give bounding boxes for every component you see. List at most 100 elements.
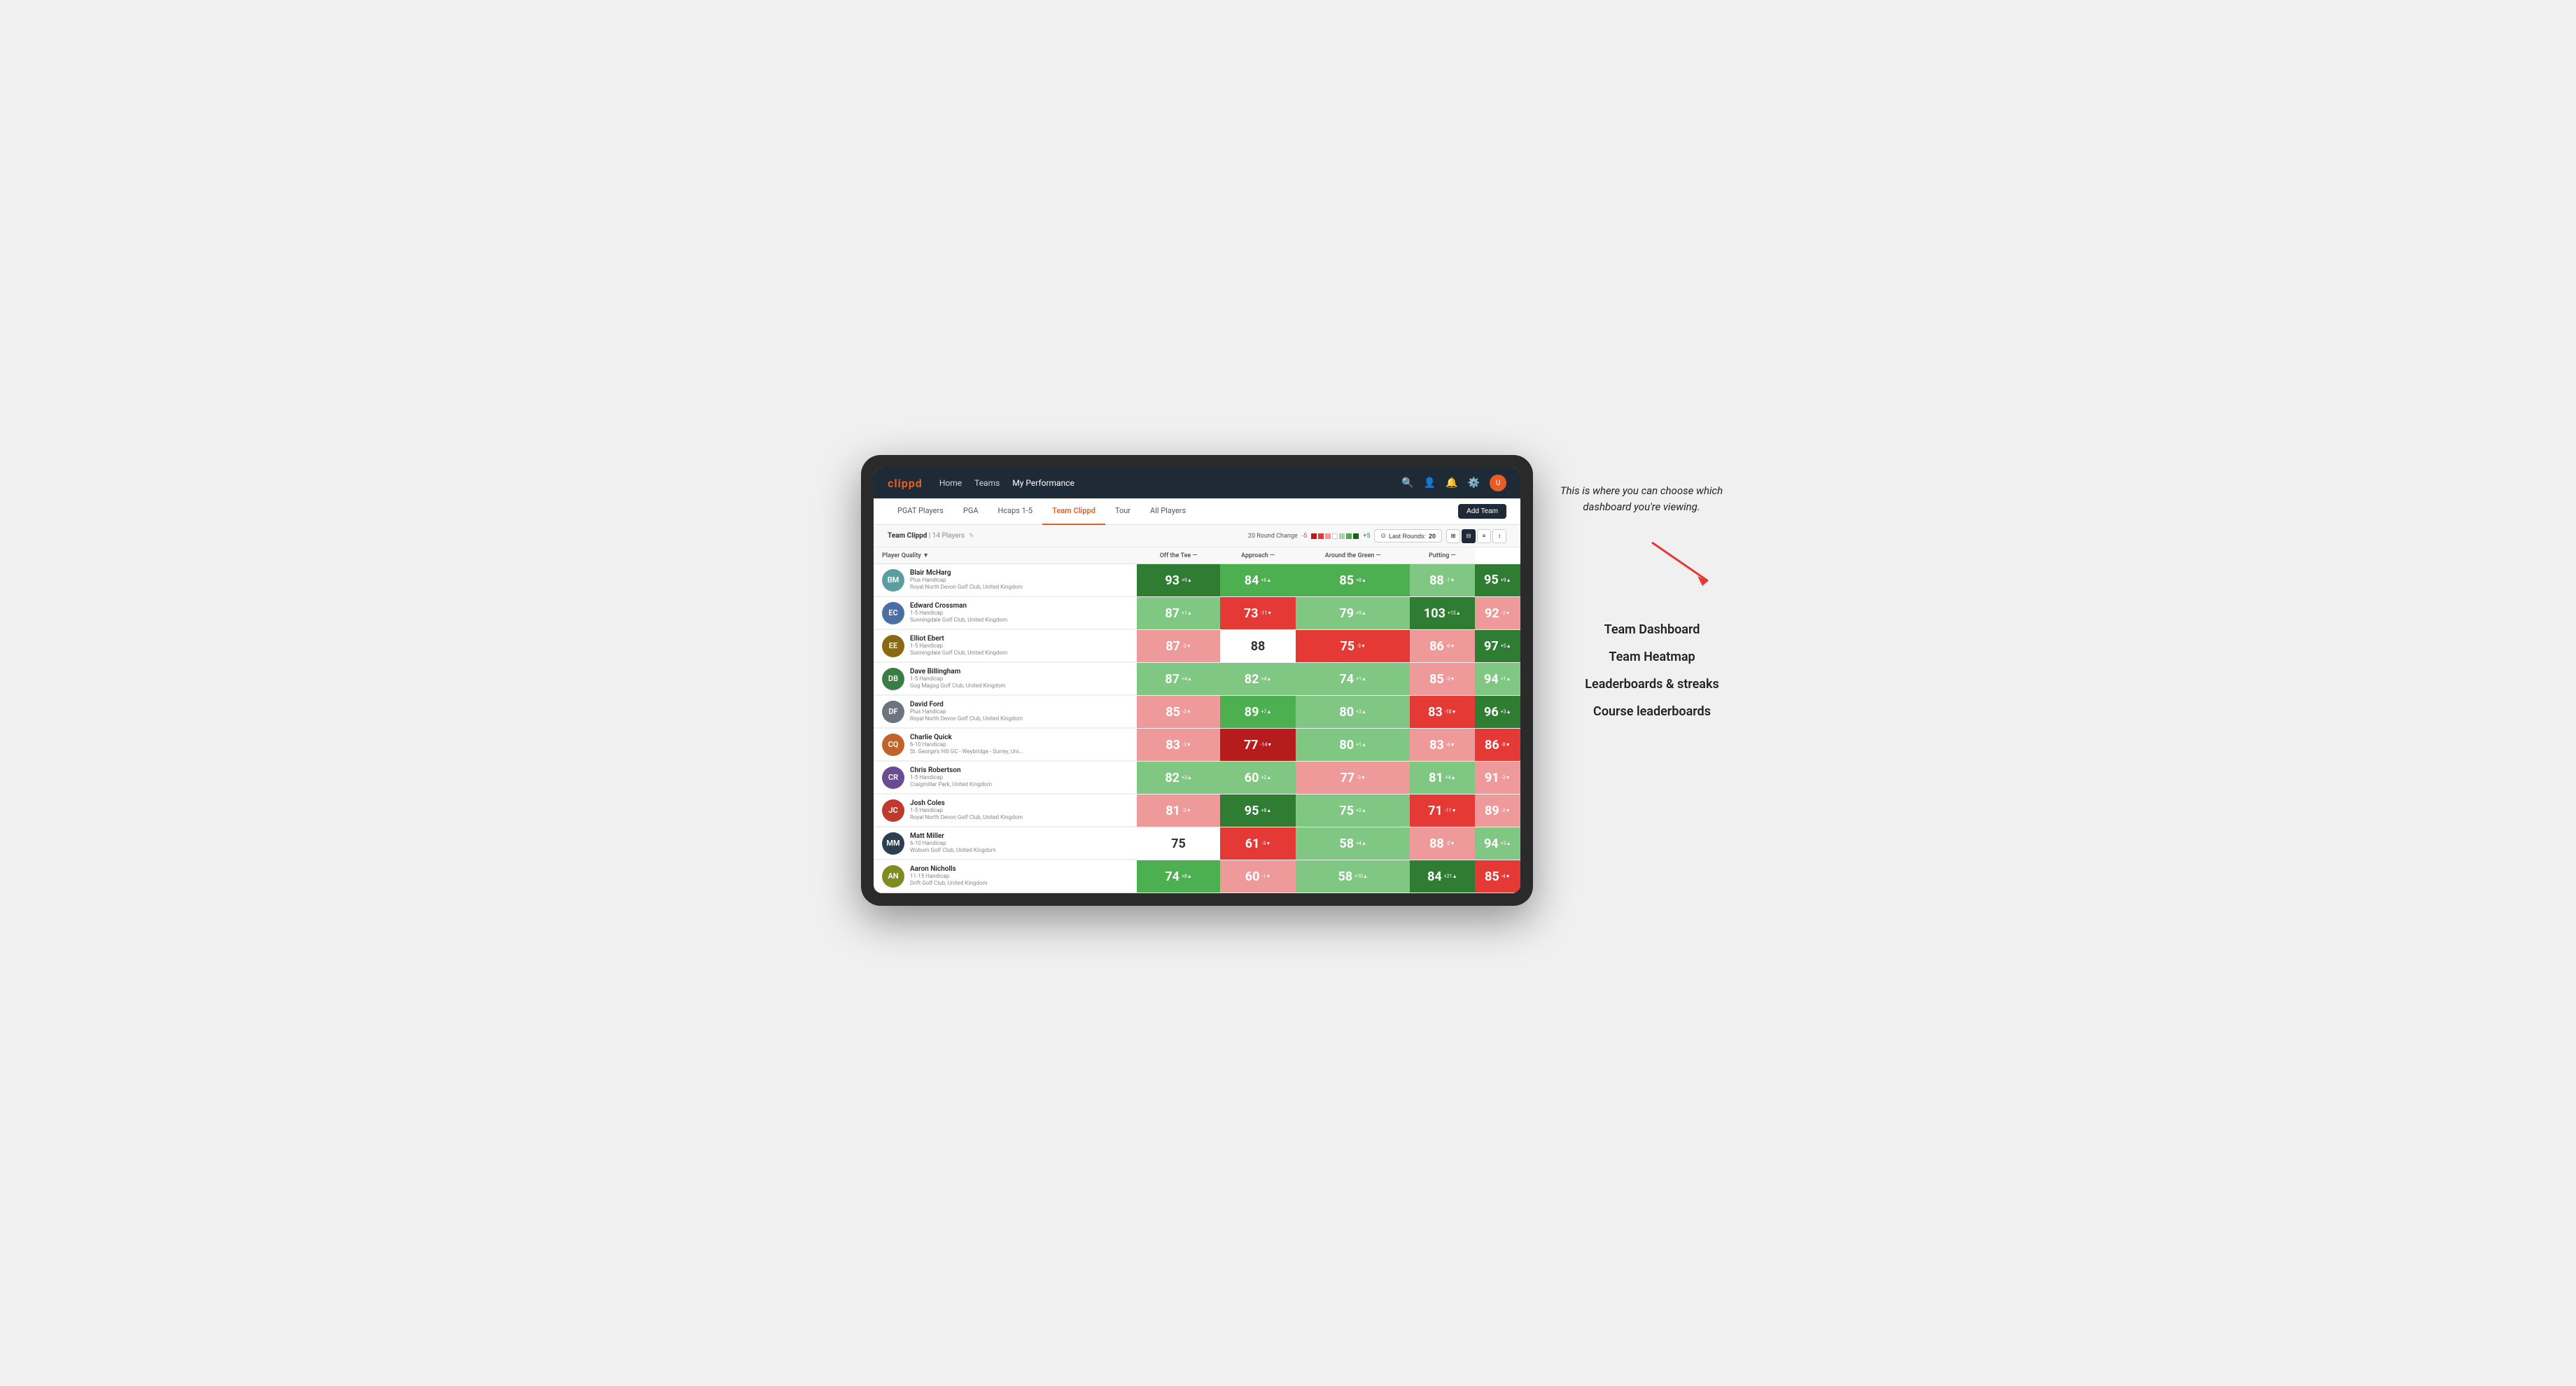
col-header-putting[interactable]: Putting — bbox=[1410, 547, 1475, 564]
avatar: BM bbox=[882, 569, 904, 592]
score-cell-off-tee[interactable]: 89+7 bbox=[1220, 696, 1296, 729]
score-cell-approach[interactable]: 58+4 bbox=[1296, 827, 1410, 860]
search-icon[interactable]: 🔍 bbox=[1401, 477, 1413, 489]
score-cell-around-green[interactable]: 86-6 bbox=[1410, 630, 1475, 663]
score-cell-quality[interactable]: 87+1 bbox=[1137, 597, 1219, 630]
score-cell-off-tee[interactable]: 60-1 bbox=[1220, 860, 1296, 893]
score-cell-off-tee[interactable]: 60+2 bbox=[1220, 762, 1296, 794]
last-rounds-button[interactable]: ⊙ Last Rounds: 20 bbox=[1374, 529, 1442, 542]
score-cell-putting[interactable]: 96+3 bbox=[1475, 696, 1520, 729]
tab-all-players[interactable]: All Players bbox=[1140, 498, 1196, 525]
score-cell-putting[interactable]: 92-3 bbox=[1475, 597, 1520, 630]
score-cell-quality[interactable]: 83-3 bbox=[1137, 729, 1219, 762]
score-cell-quality[interactable]: 82+3 bbox=[1137, 762, 1219, 794]
score-cell-around-green[interactable]: 103+15 bbox=[1410, 597, 1475, 630]
table-row[interactable]: ECEdward Crossman1-5 HandicapSunningdale… bbox=[874, 597, 1520, 630]
add-team-button[interactable]: Add Team bbox=[1458, 504, 1506, 519]
table-row[interactable]: BMBlair McHargPlus HandicapRoyal North D… bbox=[874, 564, 1520, 597]
list-button[interactable]: ≡ bbox=[1477, 529, 1491, 543]
score-cell-around-green[interactable]: 84+21 bbox=[1410, 860, 1475, 893]
tab-tour[interactable]: Tour bbox=[1105, 498, 1140, 525]
score-cell-approach[interactable]: 74+1 bbox=[1296, 663, 1410, 696]
dashboard-option[interactable]: Leaderboards & streaks bbox=[1554, 677, 1750, 692]
filter-button[interactable]: ↕ bbox=[1492, 529, 1506, 543]
table-row[interactable]: DFDavid FordPlus HandicapRoyal North Dev… bbox=[874, 696, 1520, 729]
score-cell-approach[interactable]: 77-3 bbox=[1296, 762, 1410, 794]
col-header-off-tee[interactable]: Off the Tee — bbox=[1137, 547, 1219, 564]
dashboard-option[interactable]: Course leaderboards bbox=[1554, 704, 1750, 719]
score-cell-around-green[interactable]: 88-2 bbox=[1410, 827, 1475, 860]
score-cell-putting[interactable]: 89-2 bbox=[1475, 794, 1520, 827]
score-cell-around-green[interactable]: 83-6 bbox=[1410, 729, 1475, 762]
edit-icon[interactable]: ✎ bbox=[969, 533, 974, 540]
nav-link-home[interactable]: Home bbox=[939, 475, 962, 491]
score-cell-off-tee[interactable]: 77-14 bbox=[1220, 729, 1296, 762]
score-cell-around-green[interactable]: 85-3 bbox=[1410, 663, 1475, 696]
score-cell-off-tee[interactable]: 61-3 bbox=[1220, 827, 1296, 860]
score-cell-quality[interactable]: 75 bbox=[1137, 827, 1219, 860]
score-cell-putting[interactable]: 86-8 bbox=[1475, 729, 1520, 762]
score-cell-putting[interactable]: 97+5 bbox=[1475, 630, 1520, 663]
col-header-approach[interactable]: Approach — bbox=[1220, 547, 1296, 564]
score-cell-putting[interactable]: 94+3 bbox=[1475, 827, 1520, 860]
score-cell-approach[interactable]: 75-3 bbox=[1296, 630, 1410, 663]
score-cell-approach[interactable]: 79+9 bbox=[1296, 597, 1410, 630]
grid-small-button[interactable]: ⊞ bbox=[1446, 529, 1460, 543]
score-cell-quality[interactable]: 87+4 bbox=[1137, 663, 1219, 696]
person-icon[interactable]: 👤 bbox=[1424, 477, 1436, 489]
score-cell-off-tee[interactable]: 82+4 bbox=[1220, 663, 1296, 696]
score-cell-off-tee[interactable]: 84+6 bbox=[1220, 564, 1296, 597]
score-value: 81 bbox=[1429, 771, 1443, 785]
score-cell-approach[interactable]: 58+10 bbox=[1296, 860, 1410, 893]
score-cell-approach[interactable]: 85+8 bbox=[1296, 564, 1410, 597]
score-change: -3 bbox=[1182, 709, 1191, 715]
dashboard-option[interactable]: Team Heatmap bbox=[1554, 650, 1750, 664]
score-value: 75 bbox=[1339, 804, 1354, 818]
nav-link-my-performance[interactable]: My Performance bbox=[1012, 475, 1074, 491]
score-cell-around-green[interactable]: 88-1 bbox=[1410, 564, 1475, 597]
table-row[interactable]: CRChris Robertson1-5 HandicapCraigmillar… bbox=[874, 762, 1520, 794]
avatar: JC bbox=[882, 799, 904, 822]
tab-pga[interactable]: PGA bbox=[953, 498, 988, 525]
score-cell-off-tee[interactable]: 73-11 bbox=[1220, 597, 1296, 630]
dashboard-option[interactable]: Team Dashboard bbox=[1554, 622, 1750, 637]
score-cell-putting[interactable]: 91-3 bbox=[1475, 762, 1520, 794]
table-row[interactable]: MMMatt Miller6-10 HandicapWoburn Golf Cl… bbox=[874, 827, 1520, 860]
score-cell-quality[interactable]: 93+9 bbox=[1137, 564, 1219, 597]
score-change: -8 bbox=[1502, 742, 1511, 748]
settings-icon[interactable]: ⚙️ bbox=[1468, 477, 1480, 489]
score-cell-approach[interactable]: 75+2 bbox=[1296, 794, 1410, 827]
score-cell-putting[interactable]: 85-4 bbox=[1475, 860, 1520, 893]
tab-pgat-players[interactable]: PGAT Players bbox=[888, 498, 953, 525]
score-value: 81 bbox=[1166, 804, 1180, 818]
score-cell-approach[interactable]: 80+3 bbox=[1296, 696, 1410, 729]
score-cell-quality[interactable]: 74+8 bbox=[1137, 860, 1219, 893]
score-cell-around-green[interactable]: 81+4 bbox=[1410, 762, 1475, 794]
table-row[interactable]: DBDave Billingham1-5 HandicapGog Magog G… bbox=[874, 663, 1520, 696]
score-cell-putting[interactable]: 94+1 bbox=[1475, 663, 1520, 696]
score-cell-approach[interactable]: 80+1 bbox=[1296, 729, 1410, 762]
grid-large-button[interactable]: ⊟ bbox=[1462, 529, 1476, 543]
tab-team-clippd[interactable]: Team Clippd bbox=[1042, 498, 1105, 525]
score-cell-off-tee[interactable]: 88 bbox=[1220, 630, 1296, 663]
table-row[interactable]: EEElliot Ebert1-5 HandicapSunningdale Go… bbox=[874, 630, 1520, 663]
bell-icon[interactable]: 🔔 bbox=[1446, 477, 1457, 489]
player-info: Charlie Quick6-10 HandicapSt. George's H… bbox=[910, 734, 1023, 756]
user-avatar[interactable]: U bbox=[1490, 475, 1506, 491]
table-row[interactable]: CQCharlie Quick6-10 HandicapSt. George's… bbox=[874, 729, 1520, 762]
score-cell-quality[interactable]: 81-3 bbox=[1137, 794, 1219, 827]
score-value: 79 bbox=[1339, 606, 1354, 621]
score-cell-off-tee[interactable]: 95+8 bbox=[1220, 794, 1296, 827]
score-cell-putting[interactable]: 95+9 bbox=[1475, 564, 1520, 597]
col-header-player[interactable]: Player Quality ▼ bbox=[874, 547, 1137, 564]
tab-hcaps-1-5[interactable]: Hcaps 1-5 bbox=[988, 498, 1043, 525]
score-cell-around-green[interactable]: 71-11 bbox=[1410, 794, 1475, 827]
table-row[interactable]: JCJosh Coles1-5 HandicapRoyal North Devo… bbox=[874, 794, 1520, 827]
score-cell-around-green[interactable]: 83-10 bbox=[1410, 696, 1475, 729]
score-cell-quality[interactable]: 87-3 bbox=[1137, 630, 1219, 663]
table-row[interactable]: ANAaron Nicholls11-15 HandicapDrift Golf… bbox=[874, 860, 1520, 893]
col-header-around-green[interactable]: Around the Green — bbox=[1296, 547, 1410, 564]
score-cell-quality[interactable]: 85-3 bbox=[1137, 696, 1219, 729]
player-info: Chris Robertson1-5 HandicapCraigmillar P… bbox=[910, 766, 992, 789]
nav-link-teams[interactable]: Teams bbox=[974, 475, 1000, 491]
